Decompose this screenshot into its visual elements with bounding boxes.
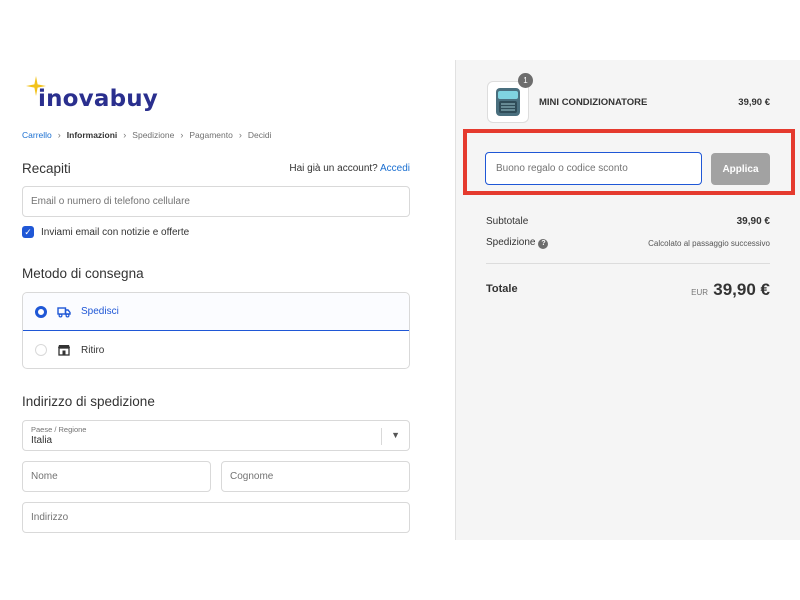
login-link[interactable]: Accedi <box>380 163 410 174</box>
country-label: Paese / Regione <box>31 425 87 434</box>
newsletter-label: Inviami email con notizie e offerte <box>41 226 190 238</box>
breadcrumb-payment: Pagamento <box>189 130 233 140</box>
breadcrumb-cart[interactable]: Carrello <box>22 130 52 140</box>
account-prompt-text: Hai già un account? <box>289 163 378 174</box>
shipping-cost-row: Spedizione? <box>486 237 549 249</box>
store-icon <box>58 345 70 356</box>
address-field[interactable]: Indirizzo <box>22 502 410 533</box>
product-name: MINI CONDIZIONATORE <box>539 97 648 108</box>
summary-divider <box>486 263 770 264</box>
contact-title: Recapiti <box>22 161 71 176</box>
chevron-right-icon: › <box>238 130 242 140</box>
first-name-field[interactable]: Nome <box>22 461 211 492</box>
breadcrumb-shipping: Spedizione <box>132 130 175 140</box>
product-price: 39,90 € <box>738 97 770 108</box>
newsletter-checkbox[interactable]: ✓ <box>22 226 34 238</box>
brand-logo[interactable]: inovabuy <box>22 76 162 116</box>
breadcrumb-information: Informazioni <box>66 130 118 140</box>
last-name-field[interactable]: Cognome <box>221 461 410 492</box>
email-field[interactable]: Email o numero di telefono cellulare <box>22 186 410 217</box>
account-prompt: Hai già un account? Accedi <box>289 163 410 174</box>
email-placeholder: Email o numero di telefono cellulare <box>31 196 190 207</box>
delivery-title: Metodo di consegna <box>22 266 144 281</box>
delivery-options: Spedisci Ritiro <box>22 292 410 369</box>
delivery-option-label: Ritiro <box>81 344 105 356</box>
newsletter-checkbox-row[interactable]: ✓ Inviami email con notizie e offerte <box>22 226 189 238</box>
country-value: Italia <box>31 435 53 446</box>
chevron-right-icon: › <box>180 130 184 140</box>
shipping-cost-note: Calcolato al passaggio successivo <box>648 239 770 248</box>
total-value: 39,90 € <box>713 280 770 299</box>
country-select[interactable]: Paese / Regione Italia ▼ <box>22 420 410 451</box>
breadcrumb-review: Decidi <box>247 130 272 140</box>
truck-icon <box>57 306 71 318</box>
question-mark-icon[interactable]: ? <box>538 239 549 249</box>
delivery-option-ship[interactable]: Spedisci <box>23 293 409 331</box>
chevron-right-icon: › <box>123 130 127 140</box>
delivery-option-pickup[interactable]: Ritiro <box>23 331 409 369</box>
quantity-badge: 1 <box>518 73 533 88</box>
logo-text: inovabuy <box>38 86 159 112</box>
chevron-right-icon: › <box>57 130 61 140</box>
chevron-down-icon: ▼ <box>391 430 400 440</box>
subtotal-label: Subtotale <box>486 216 529 227</box>
select-divider <box>381 428 382 445</box>
breadcrumb: Carrello › Informazioni › Spedizione › P… <box>22 130 271 140</box>
delivery-option-label: Spedisci <box>81 306 119 317</box>
air-cooler-icon <box>496 88 520 116</box>
radio-unselected[interactable] <box>35 344 47 356</box>
address-placeholder: Indirizzo <box>31 512 69 523</box>
checkout-page: inovabuy Carrello › Informazioni › Spedi… <box>0 0 800 600</box>
shipping-cost-label: Spedizione <box>486 237 536 248</box>
discount-code-input[interactable]: Buono regalo o codice sconto <box>485 152 702 185</box>
total-label: Totale <box>486 283 518 295</box>
radio-selected[interactable] <box>35 305 47 318</box>
apply-button[interactable]: Applica <box>711 153 770 185</box>
total-currency: EUR <box>691 288 708 297</box>
subtotal-value: 39,90 € <box>736 216 770 227</box>
last-name-placeholder: Cognome <box>230 471 274 482</box>
shipping-address-title: Indirizzo di spedizione <box>22 394 155 409</box>
discount-placeholder: Buono regalo o codice sconto <box>496 163 628 174</box>
first-name-placeholder: Nome <box>31 471 58 482</box>
